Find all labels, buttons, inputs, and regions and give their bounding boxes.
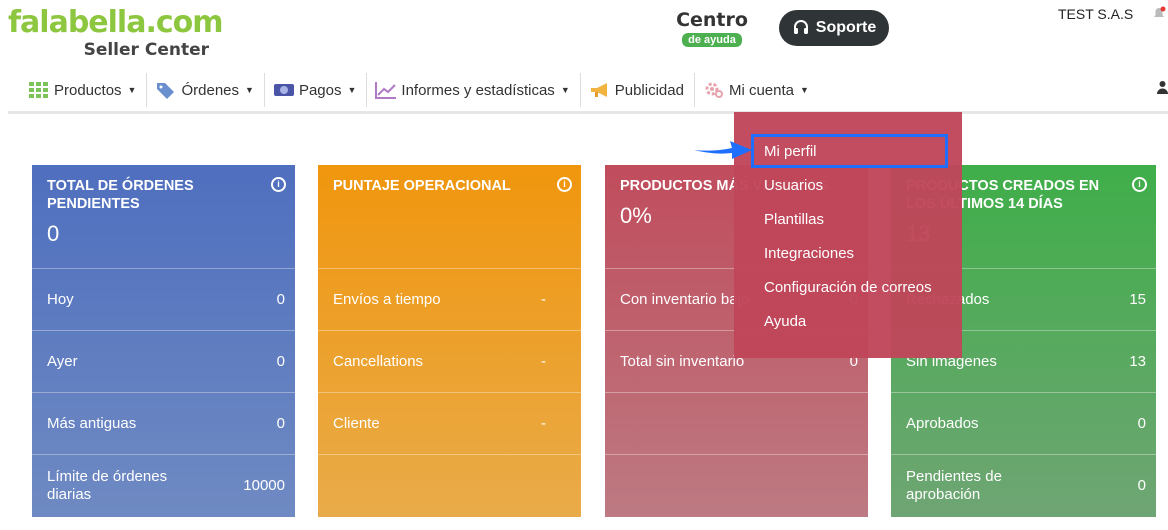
- card-row: [318, 454, 581, 516]
- caret-down-icon: ▼: [347, 85, 357, 95]
- mi-cuenta-dropdown: Mi perfil Usuarios Plantillas Integracio…: [734, 112, 962, 358]
- info-icon[interactable]: i: [557, 177, 572, 192]
- row-value: -: [541, 353, 546, 370]
- main-nav: Productos ▼ Órdenes ▼ Pagos ▼ Informes y…: [20, 72, 819, 108]
- nav-divider: [8, 111, 1168, 114]
- seller-center-dashboard: falabella.com Seller Center Centro de ay…: [0, 0, 1168, 530]
- row-label: Ayer: [47, 352, 78, 370]
- money-icon: [273, 81, 295, 99]
- caret-down-icon: ▼: [560, 85, 570, 95]
- row-label: Hoy: [47, 290, 74, 308]
- row-value: 15: [1129, 291, 1146, 308]
- row-value: 0: [276, 415, 285, 432]
- logo-main-text: falabella.com: [8, 5, 224, 40]
- company-name[interactable]: TEST S.A.S: [1058, 6, 1133, 22]
- row-value: 13: [1129, 353, 1146, 370]
- card-row[interactable]: Aprobados 0: [891, 392, 1156, 454]
- menu-item-usuarios[interactable]: Usuarios: [734, 168, 962, 202]
- support-label: Soporte: [815, 19, 877, 36]
- card-row: [605, 454, 868, 516]
- card-row[interactable]: Límite de órdenes diarias 10000: [32, 454, 295, 516]
- info-icon[interactable]: i: [1132, 177, 1147, 192]
- user-icon[interactable]: [1157, 80, 1168, 94]
- tag-icon: [155, 81, 177, 99]
- row-value: 10000: [243, 477, 285, 494]
- row-label: Con inventario bajo: [620, 290, 750, 308]
- help-center-title: Centro: [676, 9, 748, 31]
- row-label: Aprobados: [906, 414, 979, 432]
- card-row[interactable]: Cancellations -: [318, 330, 581, 392]
- nav-ordenes[interactable]: Órdenes ▼: [147, 73, 265, 107]
- nav-label: Productos: [54, 81, 122, 99]
- card-row[interactable]: Hoy 0: [32, 268, 295, 330]
- nav-label: Informes y estadísticas: [401, 81, 555, 99]
- menu-item-plantillas[interactable]: Plantillas: [734, 202, 962, 236]
- info-icon[interactable]: i: [271, 177, 286, 192]
- card-title: TOTAL DE ÓRDENES PENDIENTES: [47, 178, 194, 212]
- card-header: PUNTAJE OPERACIONAL i: [318, 165, 581, 268]
- row-value: -: [541, 291, 546, 308]
- falabella-logo[interactable]: falabella.com Seller Center: [8, 5, 224, 61]
- row-label: Cancellations: [333, 352, 424, 370]
- nav-label: Publicidad: [614, 81, 684, 99]
- row-value: -: [541, 415, 546, 432]
- row-value: 0: [1137, 415, 1146, 432]
- chart-icon: [375, 81, 397, 99]
- nav-productos[interactable]: Productos ▼: [20, 73, 148, 107]
- card-row[interactable]: Ayer 0: [32, 330, 295, 392]
- megaphone-icon: [589, 81, 611, 99]
- nav-label: Mi cuenta: [728, 81, 794, 99]
- row-label: Límite de órdenes diarias: [47, 467, 168, 503]
- row-label: Más antiguas: [47, 414, 137, 432]
- card-row[interactable]: Envíos a tiempo -: [318, 268, 581, 330]
- help-center-link[interactable]: Centro de ayuda: [676, 10, 748, 48]
- card-row[interactable]: Cliente -: [318, 392, 581, 454]
- row-value: 0: [276, 291, 285, 308]
- help-center-pill: de ayuda: [682, 33, 742, 47]
- row-label: Pendientes de aprobación: [906, 467, 1002, 503]
- nav-mi-cuenta[interactable]: Mi cuenta ▼: [695, 73, 819, 107]
- pointer-arrow-icon: [694, 141, 752, 159]
- logo-sub-text: Seller Center: [83, 40, 209, 60]
- menu-item-integraciones[interactable]: Integraciones: [734, 236, 962, 270]
- caret-down-icon: ▼: [245, 85, 254, 95]
- row-value: 0: [276, 353, 285, 370]
- headset-icon: [793, 20, 808, 34]
- card-header: TOTAL DE ÓRDENES PENDIENTES 0 i: [32, 165, 295, 268]
- card-title: PUNTAJE OPERACIONAL: [333, 178, 511, 194]
- card-value: 0: [47, 221, 60, 246]
- card-puntaje-operacional: PUNTAJE OPERACIONAL i Envíos a tiempo - C…: [318, 165, 581, 517]
- menu-item-mi-perfil[interactable]: Mi perfil: [751, 134, 948, 168]
- caret-down-icon: ▼: [800, 85, 809, 95]
- card-ordenes-pendientes: TOTAL DE ÓRDENES PENDIENTES 0 i Hoy 0 Aye…: [32, 165, 295, 517]
- row-label: Total sin inventario: [620, 352, 745, 370]
- nav-publicidad[interactable]: Publicidad: [581, 73, 695, 107]
- row-label: Cliente: [333, 414, 380, 432]
- nav-pagos[interactable]: Pagos ▼: [265, 73, 368, 107]
- card-row[interactable]: Pendientes de aprobación 0: [891, 454, 1156, 516]
- row-label: Envíos a tiempo: [333, 290, 441, 308]
- card-row: [605, 392, 868, 454]
- row-value: 0: [1137, 477, 1146, 494]
- grid-icon: [28, 81, 50, 99]
- bell-icon[interactable]: [1152, 6, 1166, 20]
- gear-icon: [703, 81, 725, 99]
- nav-label: Órdenes: [181, 81, 240, 99]
- menu-item-ayuda[interactable]: Ayuda: [734, 304, 962, 338]
- support-button[interactable]: Soporte: [779, 10, 889, 46]
- nav-informes[interactable]: Informes y estadísticas ▼: [367, 73, 581, 107]
- card-row[interactable]: Más antiguas 0: [32, 392, 295, 454]
- menu-item-configuracion-correos[interactable]: Configuración de correos: [734, 270, 962, 304]
- caret-down-icon: ▼: [127, 85, 137, 95]
- nav-label: Pagos: [298, 81, 342, 99]
